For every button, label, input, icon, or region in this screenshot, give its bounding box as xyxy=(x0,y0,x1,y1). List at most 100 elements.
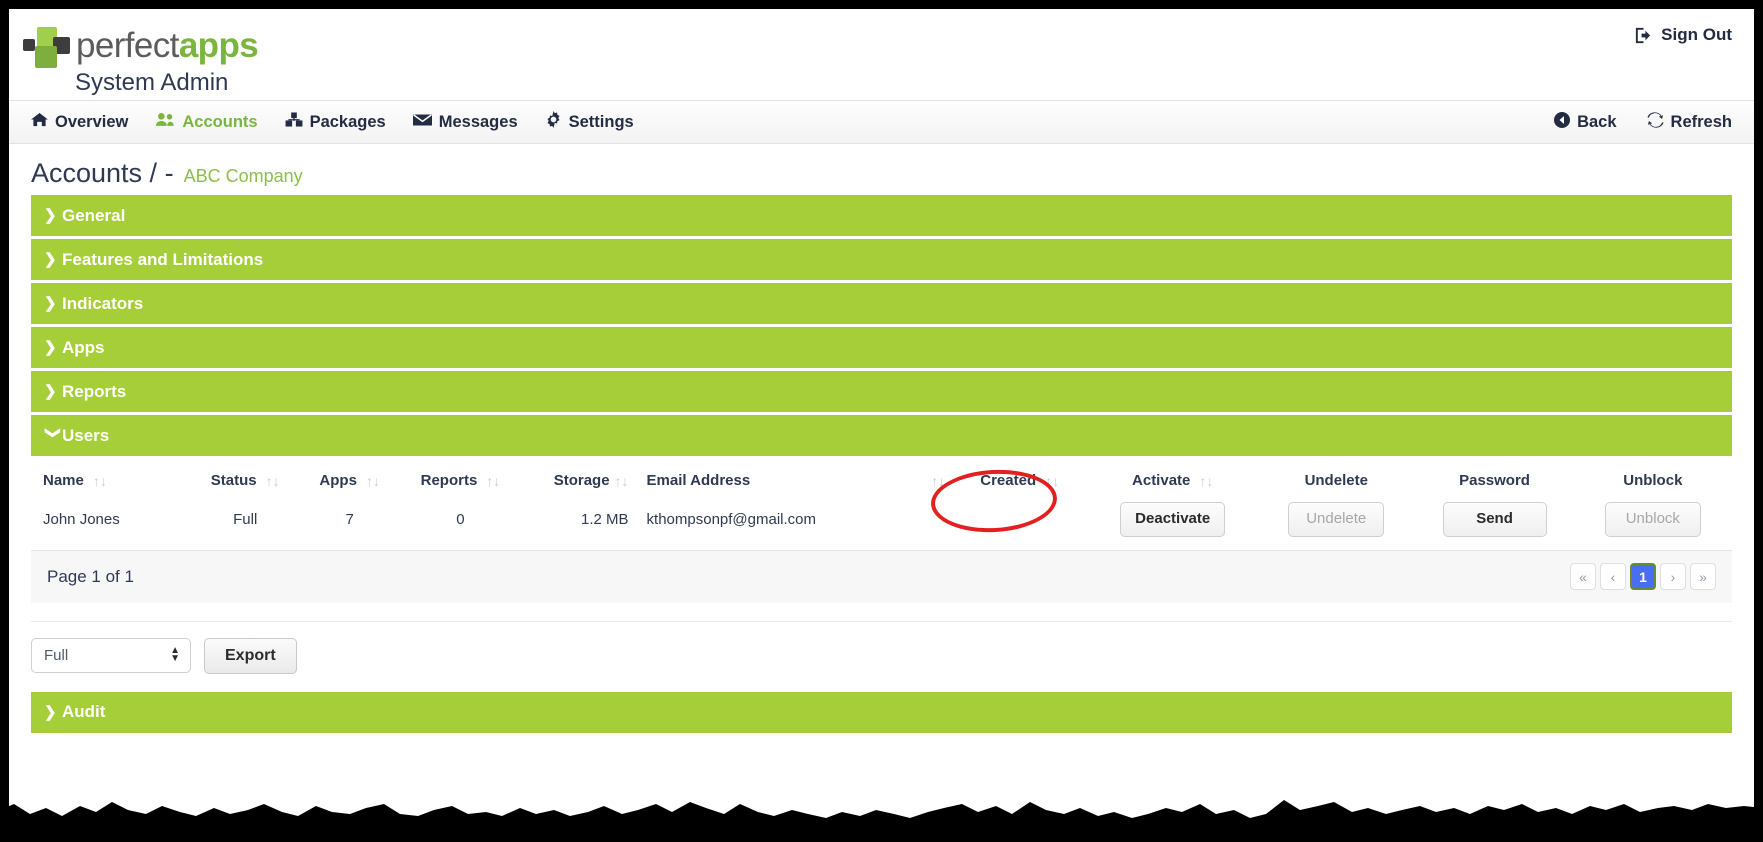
col-label-name: Name xyxy=(43,472,84,489)
cell-apps: 7 xyxy=(345,510,354,528)
section-label-apps: Apps xyxy=(62,337,105,357)
cell-activate: Deactivate xyxy=(1088,497,1257,542)
gear-icon xyxy=(545,111,562,133)
section-header-apps[interactable]: ❯ Apps xyxy=(31,327,1732,368)
section-header-general[interactable]: ❯ General xyxy=(31,195,1732,236)
section-header-users[interactable]: ❯ Users xyxy=(31,415,1732,456)
pagination-bar: Page 1 of 1 « ‹ 1 › » xyxy=(31,549,1732,603)
brand-wordmark: perfectapps xyxy=(76,26,259,66)
deactivate-button[interactable]: Deactivate xyxy=(1120,502,1226,537)
sort-icon[interactable]: ↑↓ xyxy=(615,473,629,489)
undelete-button[interactable]: Undelete xyxy=(1288,502,1385,537)
section-label-audit: Audit xyxy=(62,702,106,721)
cell-storage: 1.2 MB xyxy=(581,510,629,528)
chevron-down-icon: ❯ xyxy=(44,426,62,440)
section-header-indicators[interactable]: ❯ Indicators xyxy=(31,283,1732,324)
breadcrumb-account-name: ABC Company xyxy=(183,166,303,186)
cell-email: kthompsonpf@gmail.com xyxy=(646,510,817,528)
cell-created xyxy=(951,497,1088,542)
nav-label-packages: Packages xyxy=(309,112,386,131)
section-label-general: General xyxy=(62,205,126,225)
col-header-storage[interactable]: Storage ↑↓ xyxy=(523,459,635,497)
sign-out-button[interactable]: Sign Out xyxy=(1634,25,1732,45)
page-first-button[interactable]: « xyxy=(1570,563,1596,590)
back-button[interactable]: Back xyxy=(1554,111,1617,133)
export-format-select-wrap: Full ▲ ▼ xyxy=(31,638,191,673)
col-label-unblock: Unblock xyxy=(1623,472,1683,489)
col-header-created[interactable]: Created ↑↓ xyxy=(951,459,1088,497)
sort-icon[interactable]: ↑↓ xyxy=(93,473,107,489)
col-label-apps: Apps xyxy=(319,472,357,489)
col-label-undelete: Undelete xyxy=(1304,472,1368,489)
screenshot-root: perfectapps System Admin Sign Out Overvi… xyxy=(0,0,1763,842)
col-label-status: Status xyxy=(210,472,257,489)
sort-icon[interactable]: ↑↓ xyxy=(486,473,500,489)
col-header-apps[interactable]: Apps ↑↓ xyxy=(301,459,398,497)
sort-icon[interactable]: ↑↓ xyxy=(366,473,380,489)
chevron-right-icon: ❯ xyxy=(44,207,57,224)
col-label-password: Password xyxy=(1459,472,1530,489)
app-window: perfectapps System Admin Sign Out Overvi… xyxy=(9,9,1754,833)
accordion-list-bottom: ❯ Audit xyxy=(9,691,1754,733)
breadcrumb-main[interactable]: Accounts / - xyxy=(31,158,174,189)
torn-paper-edge xyxy=(0,800,1763,842)
col-header-activate[interactable]: Activate ↑↓ xyxy=(1088,459,1257,497)
nav-item-accounts[interactable]: Accounts xyxy=(155,112,258,132)
col-label-activate: Activate xyxy=(1132,472,1191,489)
refresh-label: Refresh xyxy=(1670,112,1732,131)
envelope-icon xyxy=(412,113,432,132)
cell-unblock: Unblock xyxy=(1574,497,1732,542)
col-label-created: Created xyxy=(980,472,1037,489)
page-last-button[interactable]: » xyxy=(1690,563,1716,590)
page-indicator: Page 1 of 1 xyxy=(47,566,134,586)
refresh-icon xyxy=(1646,111,1664,133)
col-header-status[interactable]: Status ↑↓ xyxy=(189,459,301,497)
users-table-body: John Jones Full 7 0 1.2 MB kthompsonpf@g… xyxy=(31,497,1732,542)
frame-border-left xyxy=(0,0,9,842)
nav-item-settings[interactable]: Settings xyxy=(545,111,634,133)
nav-item-packages[interactable]: Packages xyxy=(285,112,386,132)
accordion-list: ❯ General ❯ Features and Limitations ❯ I… xyxy=(9,195,1754,456)
page-prev-button[interactable]: ‹ xyxy=(1600,563,1626,590)
sign-out-icon xyxy=(1634,26,1653,45)
sort-icon[interactable]: ↑↓ xyxy=(266,473,280,489)
nav-item-messages[interactable]: Messages xyxy=(412,112,518,132)
cell-password: Send xyxy=(1415,497,1573,542)
cell-status: Full xyxy=(233,510,258,528)
back-arrow-icon xyxy=(1554,111,1571,133)
section-label-indicators: Indicators xyxy=(62,293,144,313)
users-icon xyxy=(155,112,175,132)
col-header-password: Password xyxy=(1415,459,1573,497)
page-next-button[interactable]: › xyxy=(1660,563,1686,590)
nav-label-overview: Overview xyxy=(55,112,129,131)
page-number-1-button[interactable]: 1 xyxy=(1630,563,1656,590)
frame-border-top xyxy=(0,0,1763,9)
table-header-row: Name ↑↓ Status ↑↓ Apps ↑↓ Reports ↑↓ Storage… xyxy=(31,459,1732,497)
brand-block[interactable]: perfectapps System Admin xyxy=(23,25,259,97)
nav-item-overview[interactable]: Overview xyxy=(31,112,128,132)
sort-icon[interactable]: ↑↓ xyxy=(931,473,945,489)
refresh-button[interactable]: Refresh xyxy=(1646,111,1732,133)
sort-icon[interactable]: ↑↓ xyxy=(1045,473,1059,489)
nav-label-messages: Messages xyxy=(438,112,518,131)
section-header-features-and-limitations[interactable]: ❯ Features and Limitations xyxy=(31,239,1732,280)
col-header-unblock: Unblock xyxy=(1574,459,1732,497)
export-button[interactable]: Export xyxy=(204,637,297,674)
section-label-features: Features and Limitations xyxy=(62,249,264,269)
send-password-button[interactable]: Send xyxy=(1442,502,1547,537)
col-header-reports[interactable]: Reports ↑↓ xyxy=(398,459,523,497)
section-header-reports[interactable]: ❯ Reports xyxy=(31,371,1732,412)
table-row[interactable]: John Jones Full 7 0 1.2 MB kthompsonpf@g… xyxy=(31,497,1732,542)
chevron-right-icon: ❯ xyxy=(44,703,57,721)
main-navbar: Overview Accounts Packages Messages Sett… xyxy=(9,100,1754,144)
sort-icon[interactable]: ↑↓ xyxy=(1199,473,1213,489)
section-label-users: Users xyxy=(62,425,110,445)
packages-icon xyxy=(285,112,303,132)
col-header-email[interactable]: Email Address ↑↓ xyxy=(635,459,952,497)
col-label-reports: Reports xyxy=(420,472,478,489)
section-header-audit[interactable]: ❯ Audit xyxy=(31,691,1732,733)
col-header-name[interactable]: Name ↑↓ xyxy=(31,459,189,497)
unblock-button[interactable]: Unblock xyxy=(1604,502,1701,537)
export-format-select[interactable]: Full xyxy=(31,638,191,673)
cell-reports: 0 xyxy=(456,510,465,528)
